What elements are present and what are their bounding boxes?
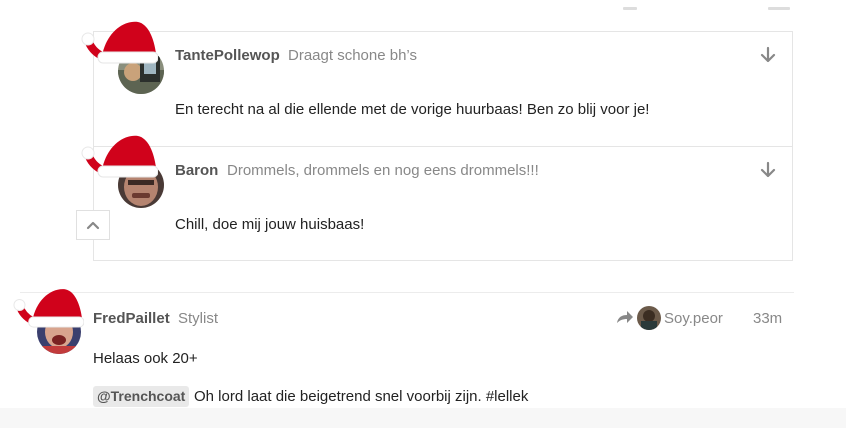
arrow-down-icon[interactable] <box>760 46 776 64</box>
reply-user-title: Drommels, drommels en nog eens drommels!… <box>227 162 539 179</box>
chevron-up-icon <box>86 221 100 230</box>
post-user-title: Stylist <box>178 310 219 327</box>
reply-to-username[interactable]: Soy.peor <box>664 310 723 327</box>
arrow-down-icon[interactable] <box>760 161 776 179</box>
reply-user-title: Draagt schone bh’s <box>288 47 417 64</box>
santa-hat-icon <box>80 128 159 178</box>
reply-username[interactable]: TantePollewop <box>175 47 280 64</box>
reply-text: Chill, doe mij jouw huisbaas! <box>175 216 365 233</box>
reply-username[interactable]: Baron <box>175 162 218 179</box>
post-time[interactable]: 33m <box>753 310 782 327</box>
page-bottom-edge <box>0 408 846 428</box>
reply-to-avatar[interactable] <box>637 306 661 330</box>
post-username[interactable]: FredPaillet <box>93 310 170 327</box>
post-paragraph: Oh lord laat die beigetrend snel voorbij… <box>194 388 529 405</box>
santa-hat-icon <box>12 282 85 328</box>
collapse-replies-button[interactable] <box>76 210 110 240</box>
user-mention[interactable]: @Trenchcoat <box>93 386 190 407</box>
reply-text: En terecht na al die ellende met de vori… <box>175 101 650 118</box>
santa-hat-icon <box>80 14 159 64</box>
share-arrow-icon[interactable] <box>616 310 634 326</box>
post-separator <box>20 292 794 293</box>
post-paragraph: Helaas ook 20+ <box>93 350 198 367</box>
previous-post-edge <box>93 0 794 10</box>
reply-divider <box>93 146 793 147</box>
